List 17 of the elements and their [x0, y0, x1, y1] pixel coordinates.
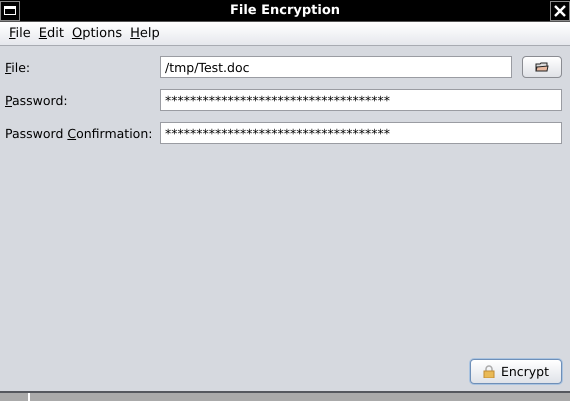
window-menu-icon[interactable] — [0, 0, 20, 20]
close-icon[interactable] — [550, 0, 570, 20]
password-field[interactable]: ************************************ — [160, 122, 562, 144]
password-field[interactable]: ************************************ — [160, 89, 562, 111]
encrypt-button[interactable]: Encrypt — [470, 359, 562, 384]
field-label: Password: — [5, 92, 69, 108]
file-path-field[interactable]: /tmp/Test.doc — [160, 56, 512, 78]
menu-item[interactable]: Options — [72, 26, 122, 41]
menu-item[interactable]: Edit — [38, 26, 64, 41]
padlock-icon — [482, 365, 495, 378]
menu-item[interactable]: File — [9, 26, 31, 41]
window-title: File Encryption — [228, 3, 342, 18]
browse-button[interactable] — [522, 56, 562, 78]
field-label: File: — [5, 60, 32, 74]
menu-item[interactable]: Help — [130, 26, 160, 41]
field-label: Password Confirmation: — [5, 126, 154, 140]
folder-icon — [535, 62, 549, 72]
